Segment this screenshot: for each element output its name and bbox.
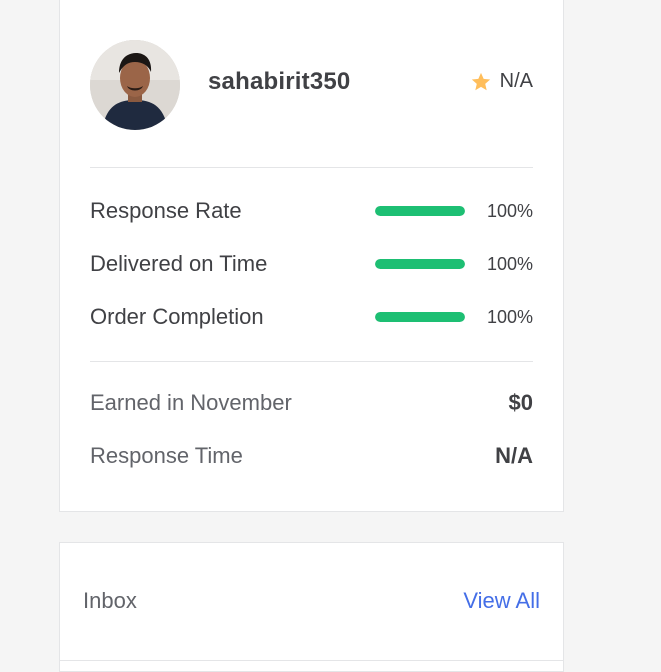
view-all-link[interactable]: View All bbox=[463, 588, 540, 614]
metric-label: Response Rate bbox=[90, 198, 242, 223]
metric-label: Delivered on Time bbox=[90, 251, 268, 276]
metric-value: 100% bbox=[486, 306, 533, 327]
progress-bar bbox=[375, 312, 465, 322]
progress-bar bbox=[375, 259, 465, 269]
progress-bar bbox=[375, 206, 465, 216]
inbox-card: Inbox View All bbox=[59, 542, 564, 672]
stat-label: Response Time bbox=[90, 443, 243, 468]
progress-bar-fill bbox=[375, 206, 465, 216]
divider bbox=[90, 167, 533, 168]
stat-response-time: Response Time N/A bbox=[90, 441, 533, 471]
profile-header: sahabirit350 N/A bbox=[90, 40, 533, 130]
metric-response-rate: Response Rate 100% bbox=[90, 197, 533, 225]
seller-profile-card: sahabirit350 N/A Response Rate 100% Deli… bbox=[59, 0, 564, 512]
metric-value: 100% bbox=[486, 253, 533, 274]
metric-label: Order Completion bbox=[90, 304, 264, 329]
divider bbox=[90, 361, 533, 362]
metric-order-completion: Order Completion 100% bbox=[90, 303, 533, 331]
progress-bar-fill bbox=[375, 312, 465, 322]
avatar[interactable] bbox=[90, 40, 180, 130]
divider bbox=[60, 660, 563, 661]
stat-label: Earned in November bbox=[90, 390, 292, 415]
user-photo-icon bbox=[90, 40, 180, 130]
rating: N/A bbox=[470, 70, 533, 93]
stat-value: N/A bbox=[495, 443, 533, 468]
stat-earned: Earned in November $0 bbox=[90, 388, 533, 418]
username[interactable]: sahabirit350 bbox=[208, 68, 350, 96]
metric-delivered-on-time: Delivered on Time 100% bbox=[90, 250, 533, 278]
star-icon bbox=[471, 72, 490, 90]
metric-value: 100% bbox=[486, 200, 533, 221]
progress-bar-fill bbox=[375, 259, 465, 269]
rating-value: N/A bbox=[499, 70, 533, 92]
inbox-title: Inbox bbox=[83, 588, 137, 613]
stat-value: $0 bbox=[508, 390, 533, 415]
